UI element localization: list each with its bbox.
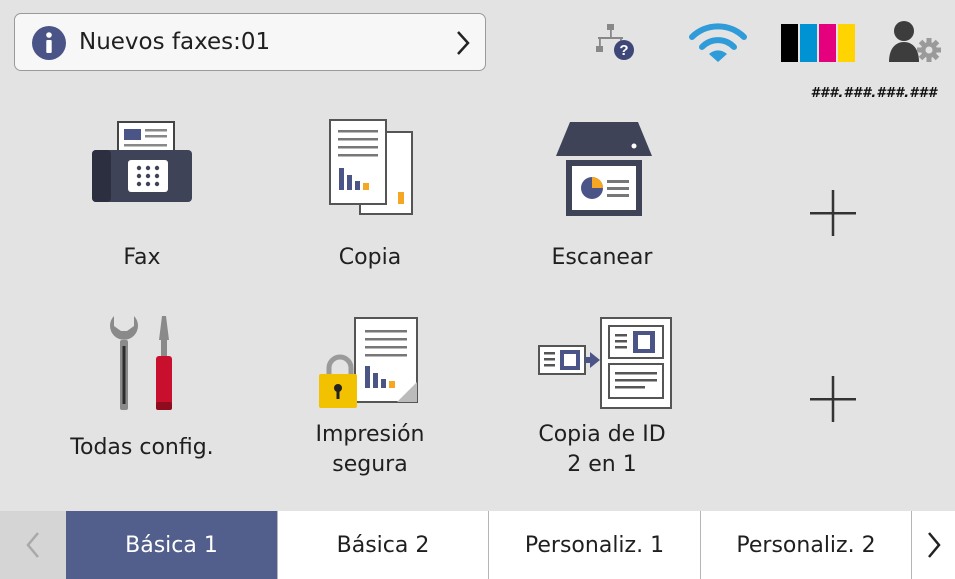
admin-user-settings-icon[interactable] (884, 18, 942, 66)
wired-network-status-icon[interactable]: ? (596, 22, 636, 62)
tab-personaliz-1[interactable]: Personaliz. 1 (488, 511, 700, 579)
scan-tile[interactable]: Escanear (497, 108, 707, 298)
add-shortcut-tile-2[interactable] (728, 308, 938, 498)
info-icon (32, 26, 66, 60)
scan-label: Escanear (551, 245, 653, 270)
id-copy-tile[interactable]: Copia de ID 2 en 1 (497, 308, 707, 498)
copy-icon (329, 119, 413, 215)
tab-basica-2[interactable]: Básica 2 (277, 511, 488, 579)
wifi-status-icon[interactable] (688, 22, 748, 66)
secure-print-label: Impresión segura (315, 422, 425, 477)
fax-label: Fax (123, 245, 161, 270)
all-settings-tile[interactable]: Todas config. (37, 308, 247, 498)
svg-text:?: ? (619, 42, 628, 59)
id-copy-icon (538, 317, 672, 409)
fax-tile[interactable]: Fax (37, 108, 247, 298)
id-copy-label: Copia de ID 2 en 1 (538, 422, 666, 477)
add-shortcut-tile-1[interactable] (728, 108, 938, 298)
copy-tile[interactable]: Copia (265, 108, 475, 298)
home-tab-bar: Básica 1 Básica 2 Personaliz. 1 Personal… (0, 511, 955, 579)
chevron-right-icon (457, 31, 470, 55)
fax-icon (92, 121, 192, 202)
new-fax-notification-button[interactable]: Nuevos faxes:01 (14, 13, 486, 71)
add-shortcut-icon (810, 190, 856, 236)
settings-tools-icon (110, 316, 172, 410)
copy-label: Copia (338, 245, 402, 270)
secure-print-tile[interactable]: Impresión segura (265, 308, 475, 498)
all-settings-label: Todas config. (70, 435, 214, 460)
scanner-icon (556, 122, 652, 216)
next-tab-button[interactable] (911, 511, 955, 579)
ip-address-text: ###.###.###.### (810, 86, 937, 101)
chevron-left-icon (26, 532, 39, 558)
notification-text: Nuevos faxes:01 (79, 29, 271, 55)
ink-levels-icon[interactable] (781, 24, 855, 62)
printer-home-screen: Nuevos faxes:01 ? ###.###.###.### Fax Co… (0, 0, 955, 579)
secure-print-icon (319, 317, 418, 408)
tab-personaliz-2[interactable]: Personaliz. 2 (700, 511, 911, 579)
add-shortcut-icon (810, 376, 856, 422)
chevron-right-icon (927, 532, 941, 558)
previous-tab-button[interactable] (0, 511, 66, 579)
tab-basica-1[interactable]: Básica 1 (66, 511, 277, 579)
